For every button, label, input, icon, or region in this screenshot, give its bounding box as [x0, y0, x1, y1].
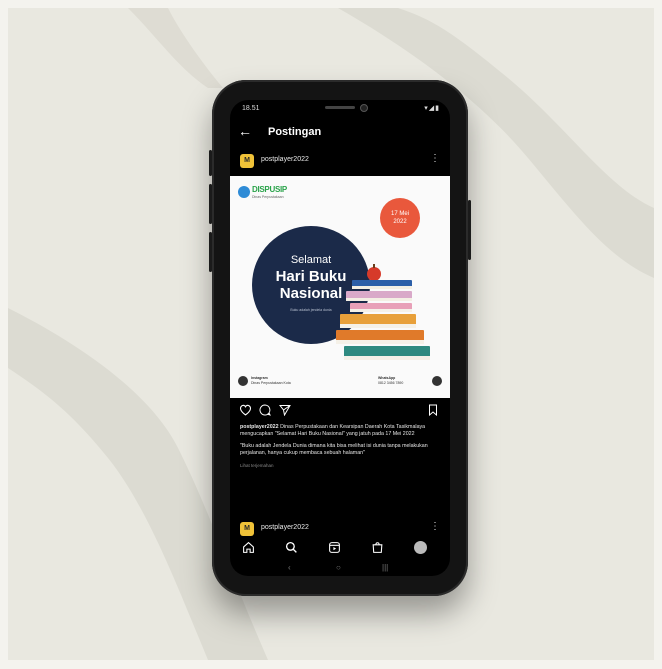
translate-link[interactable]: Lihat terjemahan [240, 463, 274, 468]
front-camera [360, 104, 368, 112]
phone-device: 18.51 ▾◢▮ ← Postingan M postplayer2022 ⋮… [209, 80, 471, 596]
date-badge: 17 Mei 2022 [380, 198, 420, 238]
footer-right-text: 0812 3456 7890 [378, 381, 404, 385]
post-actions [230, 402, 450, 422]
system-recent-button[interactable]: ||| [382, 563, 388, 572]
footer-right-title: WhatsApp [378, 376, 396, 380]
heart-icon[interactable] [239, 404, 252, 416]
caption-paragraph-2: "Buku adalah Jendela Dunia dimana kita b… [240, 443, 440, 457]
comment-icon[interactable] [259, 404, 271, 416]
top-bar: ← Postingan [230, 120, 450, 146]
shop-icon[interactable] [371, 541, 384, 554]
post-caption: postplayer2022 Dinas Perpustakaan dan Ke… [240, 424, 440, 470]
next-post-avatar[interactable]: M [240, 522, 254, 536]
bookmark-icon[interactable] [428, 404, 438, 416]
instagram-icon [238, 376, 248, 386]
logo-text: DISPUSIP [252, 185, 287, 194]
post-image[interactable]: DISPUSIP Dinas Perpustakaan 17 Mei 2022 … [230, 176, 450, 398]
logo-emblem-icon [238, 186, 250, 198]
phone-screen: 18.51 ▾◢▮ ← Postingan M postplayer2022 ⋮… [230, 100, 450, 576]
phone-icon [432, 376, 442, 386]
brand-logo: DISPUSIP Dinas Perpustakaan [238, 184, 298, 204]
power-button [468, 200, 471, 260]
post-username[interactable]: postplayer2022 [261, 156, 309, 163]
next-post-more-icon[interactable]: ⋮ [430, 521, 440, 532]
next-post-username[interactable]: postplayer2022 [261, 524, 309, 531]
send-icon[interactable] [279, 404, 291, 416]
system-navigation: ‹ ○ ||| [230, 562, 450, 576]
logo-subtext: Dinas Perpustakaan [252, 195, 284, 199]
footer-left-text: Dinas Perpustakaan Kota [251, 381, 291, 385]
status-time: 18.51 [242, 105, 260, 112]
search-icon[interactable] [285, 541, 298, 554]
caption-text-2: "Buku adalah Jendela Dunia dimana kita b… [240, 443, 428, 456]
profile-icon[interactable] [414, 541, 427, 554]
arrow-left-icon[interactable]: ← [238, 123, 252, 139]
footer-left-title: Instagram [251, 376, 268, 380]
status-bar: 18.51 ▾◢▮ [230, 100, 450, 116]
home-icon[interactable] [242, 541, 255, 554]
date-badge-text: 17 Mei 2022 [390, 211, 409, 225]
page-title: Postingan [268, 126, 322, 138]
caption-username[interactable]: postplayer2022 [240, 424, 279, 430]
system-home-button[interactable]: ○ [336, 563, 341, 572]
status-icons: ▾◢▮ [424, 105, 440, 112]
more-vertical-icon[interactable]: ⋮ [430, 153, 440, 164]
bottom-navigation [230, 536, 450, 560]
volume-up-button [209, 150, 212, 176]
system-back-button[interactable]: ‹ [288, 563, 291, 572]
side-button-left [209, 232, 212, 272]
post-header: M postplayer2022 ⋮ [230, 150, 450, 172]
avatar[interactable]: M [240, 154, 254, 168]
speaker-notch [325, 106, 355, 109]
caption-paragraph-1: postplayer2022 Dinas Perpustakaan dan Ke… [240, 424, 440, 438]
reels-icon[interactable] [328, 541, 341, 554]
volume-down-button [209, 184, 212, 224]
book-stack-illustration [336, 264, 430, 360]
